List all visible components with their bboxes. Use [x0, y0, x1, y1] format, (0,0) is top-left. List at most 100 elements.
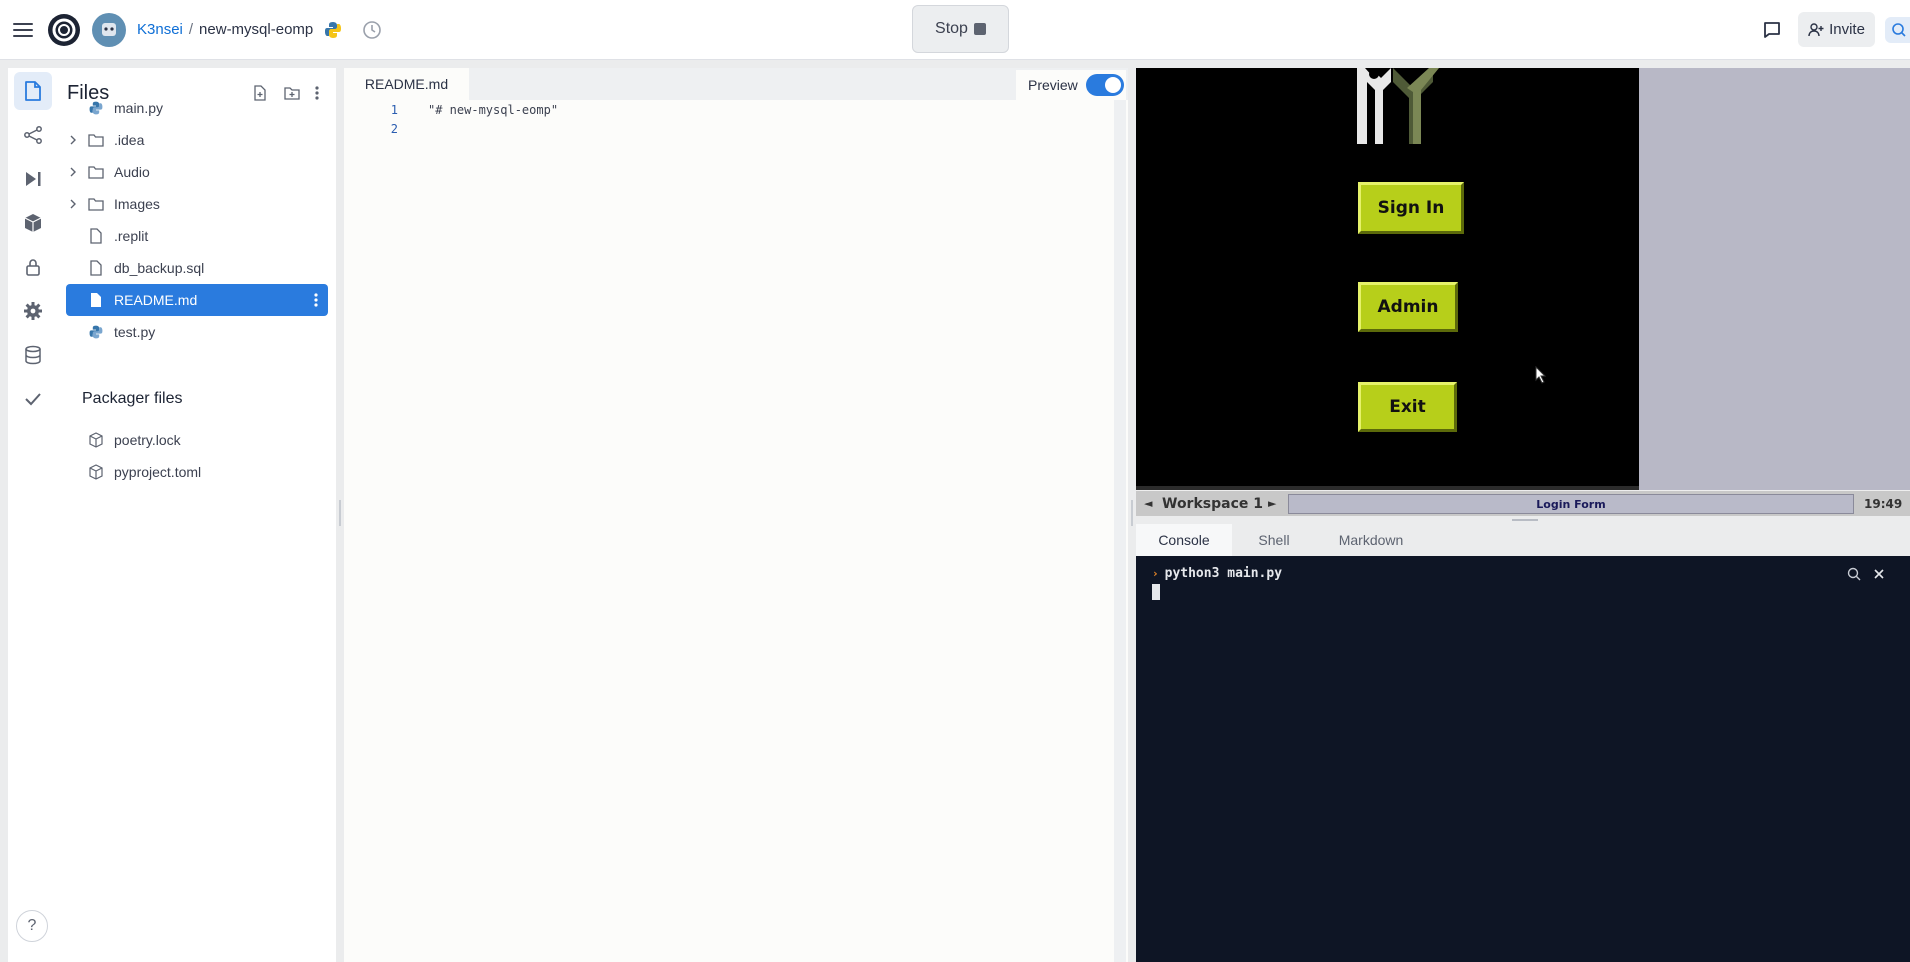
search-icon[interactable]	[1846, 566, 1862, 582]
panel-resize-handle[interactable]	[1512, 519, 1538, 521]
taskbar-window-item[interactable]: Login Form	[1288, 494, 1854, 514]
replit-logo-icon[interactable]	[46, 12, 82, 48]
tab-shell[interactable]: Shell	[1232, 524, 1316, 556]
toggle-knob	[1104, 77, 1121, 93]
files-panel: Files main.py .idea Audio Images .replit…	[58, 68, 336, 962]
code-editor: README.md Preview 1 "# new-mysql-eomp" 2	[344, 68, 1128, 962]
file-item-pyproject[interactable]: pyproject.toml	[66, 456, 328, 488]
console-command-line: › python3 main.py	[1152, 566, 1282, 581]
file-item-readme[interactable]: README.md	[66, 284, 328, 316]
file-item-poetry-lock[interactable]: poetry.lock	[66, 424, 328, 456]
help-button[interactable]: ?	[16, 910, 48, 942]
file-item-replit[interactable]: .replit	[66, 220, 328, 252]
line-number: 1	[390, 102, 398, 117]
history-icon[interactable]	[361, 19, 383, 41]
packager-files-heading: Packager files	[82, 390, 183, 407]
taskbar-clock: 19:49	[1864, 497, 1903, 511]
search-icon[interactable]	[1885, 17, 1910, 43]
file-item-label: poetry.lock	[114, 432, 181, 448]
console-tab-bar: Console Shell Markdown	[1136, 524, 1910, 556]
prompt-arrow-icon: ›	[1152, 567, 1159, 580]
git-icon[interactable]	[20, 122, 46, 148]
stop-button[interactable]: Stop	[912, 5, 1009, 53]
packages-icon[interactable]	[20, 210, 46, 236]
repl-name[interactable]: new-mysql-eomp	[199, 21, 313, 38]
chat-icon[interactable]	[1762, 20, 1782, 40]
avatar[interactable]	[92, 13, 126, 47]
file-item-label: .replit	[114, 228, 149, 244]
panel-resize-handle[interactable]	[339, 500, 341, 526]
file-item-main-py[interactable]: main.py	[66, 92, 328, 124]
python-language-icon	[323, 20, 343, 40]
folder-icon	[88, 132, 104, 148]
file-item-label: pyproject.toml	[114, 464, 202, 480]
file-item-label: README.md	[114, 292, 198, 308]
desktop-taskbar: ◄ Workspace 1 ► Login Form 19:49	[1136, 490, 1910, 516]
folder-item-audio[interactable]: Audio	[66, 156, 328, 188]
tab-console[interactable]: Console	[1136, 524, 1232, 556]
preview-control: Preview	[1016, 70, 1126, 100]
breadcrumb: K3nsei / new-mysql-eomp	[137, 21, 313, 38]
file-item-test-py[interactable]: test.py	[66, 316, 328, 348]
file-icon	[88, 260, 104, 276]
folder-item-images[interactable]: Images	[66, 188, 328, 220]
breadcrumb-separator: /	[188, 21, 194, 38]
python-file-icon	[88, 100, 104, 116]
code-line[interactable]: 2	[344, 119, 400, 138]
checkmark-icon[interactable]	[20, 386, 46, 412]
workspace-prev-icon[interactable]: ◄	[1144, 497, 1152, 510]
preview-label: Preview	[1028, 77, 1078, 93]
app-logo	[1357, 68, 1457, 144]
file-item-db-backup[interactable]: db_backup.sql	[66, 252, 328, 284]
folder-item-idea[interactable]: .idea	[66, 124, 328, 156]
invite-button[interactable]: Invite	[1798, 12, 1875, 47]
code-line[interactable]: 1 "# new-mysql-eomp"	[344, 100, 558, 119]
lock-icon[interactable]	[20, 254, 46, 280]
workspace-label[interactable]: Workspace 1	[1162, 496, 1263, 512]
folder-icon	[88, 164, 104, 180]
chevron-right-icon[interactable]	[66, 165, 80, 179]
top-bar: K3nsei / new-mysql-eomp Stop Invite	[0, 0, 1910, 60]
package-icon	[88, 464, 104, 480]
menu-icon[interactable]	[10, 17, 36, 43]
editor-tab-bar: README.md Preview	[344, 68, 1128, 100]
admin-button[interactable]: Admin	[1358, 282, 1458, 332]
folder-item-label: .idea	[114, 132, 145, 148]
chevron-right-icon[interactable]	[66, 197, 80, 211]
console-output[interactable]: › python3 main.py	[1136, 556, 1910, 962]
tab-markdown[interactable]: Markdown	[1316, 524, 1426, 556]
chevron-right-icon[interactable]	[66, 133, 80, 147]
line-number: 2	[390, 121, 398, 136]
database-icon[interactable]	[20, 342, 46, 368]
package-icon	[88, 432, 104, 448]
editor-tab-readme[interactable]: README.md	[344, 68, 469, 100]
app-window[interactable]: Sign In Admin Exit	[1136, 68, 1639, 486]
folder-item-label: Audio	[114, 164, 150, 180]
folder-icon	[88, 196, 104, 212]
console-cursor	[1152, 584, 1160, 600]
panel-resize-handle[interactable]	[1131, 500, 1133, 526]
more-options-icon[interactable]	[306, 290, 326, 310]
gear-icon[interactable]	[20, 298, 46, 324]
stop-button-label: Stop	[935, 20, 968, 37]
file-icon	[88, 292, 104, 308]
editor-scrollbar[interactable]	[1114, 100, 1126, 962]
breadcrumb-user-link[interactable]: K3nsei	[137, 21, 183, 38]
file-item-label: main.py	[114, 100, 164, 116]
stop-square-icon	[973, 23, 986, 35]
run-step-icon[interactable]	[20, 166, 46, 192]
invite-button-label: Invite	[1829, 21, 1865, 38]
file-item-label: db_backup.sql	[114, 260, 205, 276]
tool-rail: ?	[8, 68, 58, 962]
workspace-next-icon[interactable]: ►	[1268, 497, 1276, 510]
sign-in-button[interactable]: Sign In	[1358, 182, 1464, 234]
code-text: "# new-mysql-eomp"	[428, 102, 559, 117]
file-item-label: test.py	[114, 324, 156, 340]
add-user-icon	[1808, 22, 1824, 36]
preview-toggle[interactable]	[1085, 74, 1124, 96]
close-icon[interactable]	[1871, 566, 1887, 582]
exit-button[interactable]: Exit	[1358, 382, 1457, 432]
mouse-cursor-icon	[1535, 366, 1547, 384]
files-icon[interactable]	[14, 72, 52, 110]
vnc-preview[interactable]: Sign In Admin Exit ◄ Workspace 1 ► Login…	[1136, 68, 1910, 516]
